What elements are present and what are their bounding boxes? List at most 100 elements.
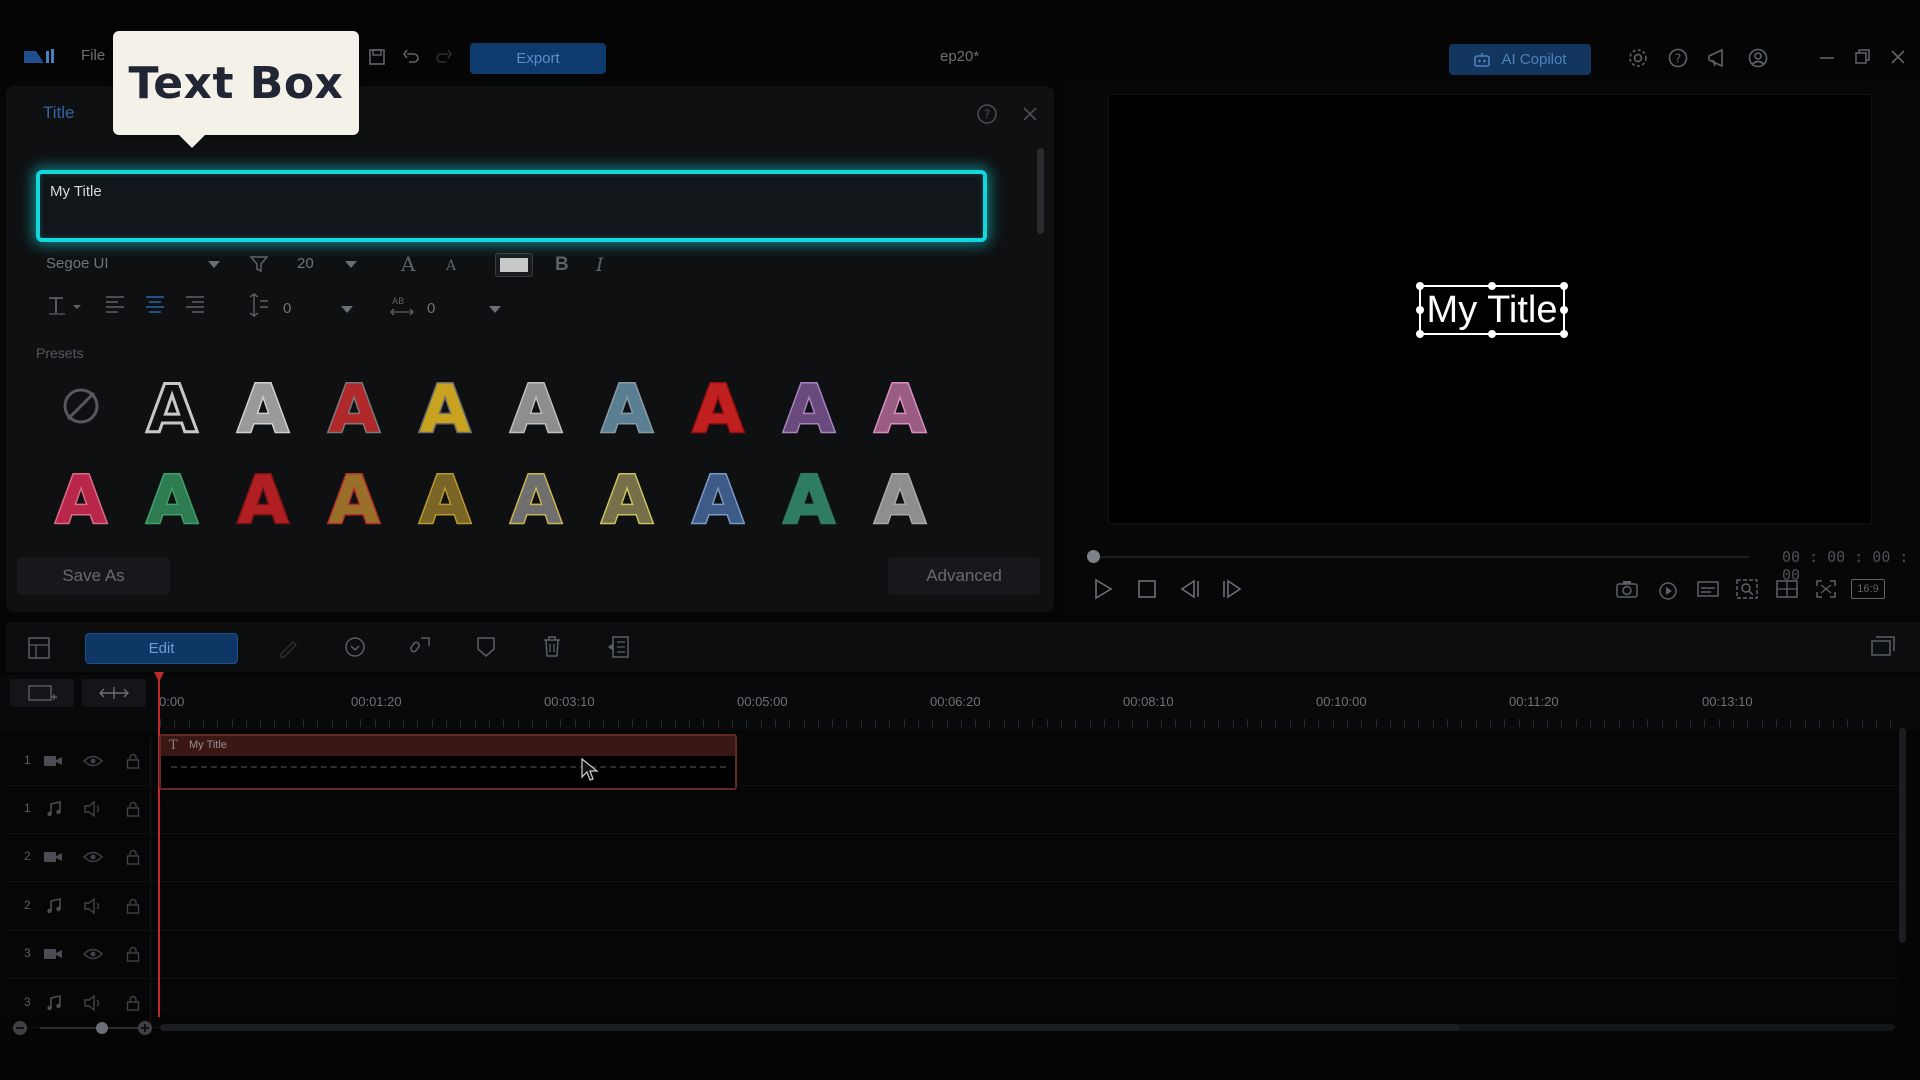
preset-style-8[interactable]: A	[683, 366, 753, 447]
menu-file[interactable]: File	[81, 47, 105, 64]
panel-close-icon[interactable]	[1019, 103, 1041, 125]
timeline-settings-icon[interactable]	[1870, 635, 1896, 659]
panel-scrollbar[interactable]	[1037, 148, 1044, 234]
resize-handle[interactable]	[1416, 330, 1424, 338]
tab-title[interactable]: Title	[43, 103, 75, 123]
align-left-icon[interactable]	[105, 295, 125, 313]
text-type-icon[interactable]	[47, 294, 83, 316]
resize-handle[interactable]	[1560, 306, 1568, 314]
pen-tool-icon[interactable]	[277, 636, 301, 658]
close-window-icon[interactable]	[1888, 47, 1910, 69]
seek-handle[interactable]	[1087, 550, 1100, 563]
save-icon[interactable]	[367, 47, 389, 69]
chapter-marker-icon[interactable]	[607, 635, 631, 659]
previous-frame-icon[interactable]	[1178, 579, 1202, 599]
zoom-out-icon[interactable]	[12, 1020, 28, 1036]
tracks-vertical-scrollbar[interactable]	[1899, 728, 1906, 943]
preset-style-19[interactable]: A	[774, 457, 844, 538]
align-center-icon[interactable]	[145, 295, 165, 313]
delete-trash-icon[interactable]	[541, 635, 563, 659]
grid-lines-icon[interactable]	[1775, 579, 1799, 599]
seek-bar[interactable]	[1087, 550, 1749, 563]
audio-track-row[interactable]: 3	[8, 979, 1898, 1028]
zoom-in-icon[interactable]	[137, 1020, 153, 1036]
track-lock-icon[interactable]	[125, 946, 141, 962]
audio-track-row[interactable]: 2	[8, 882, 1898, 931]
title-clip[interactable]: T My Title	[159, 734, 737, 790]
track-lock-icon[interactable]	[125, 753, 141, 769]
visibility-eye-icon[interactable]	[83, 850, 103, 864]
resize-handle[interactable]	[1560, 330, 1568, 338]
playhead[interactable]	[158, 672, 160, 1017]
edit-button[interactable]: Edit	[85, 633, 238, 664]
play-icon[interactable]	[1093, 578, 1113, 600]
resize-handle[interactable]	[1488, 330, 1496, 338]
font-filter-icon[interactable]	[249, 254, 269, 274]
preset-style-6[interactable]: A	[501, 366, 571, 447]
playhead-marker[interactable]	[154, 672, 164, 682]
stop-icon[interactable]	[1137, 579, 1157, 599]
visibility-eye-icon[interactable]	[83, 947, 103, 961]
announcement-icon[interactable]	[1706, 47, 1728, 69]
volume-speaker-icon[interactable]	[83, 995, 103, 1011]
audio-track-row[interactable]: 1	[8, 785, 1898, 834]
preset-style-13[interactable]: A	[228, 457, 298, 538]
preset-style-7[interactable]: A	[592, 366, 662, 447]
track-lock-icon[interactable]	[125, 995, 141, 1011]
zoom-slider-handle[interactable]	[96, 1022, 108, 1034]
horizontal-scroll-thumb[interactable]	[160, 1024, 1460, 1031]
preview-title-object[interactable]: My Title	[1416, 282, 1568, 338]
preset-style-11[interactable]: A	[46, 457, 116, 538]
preset-style-9[interactable]: A	[774, 366, 844, 447]
resize-handle[interactable]	[1488, 282, 1496, 290]
track-lock-icon[interactable]	[125, 849, 141, 865]
zoom-slider[interactable]	[40, 1022, 140, 1034]
advanced-button[interactable]: Advanced	[888, 557, 1040, 595]
preset-style-12[interactable]: A	[137, 457, 207, 538]
line-spacing-dropdown[interactable]: 0	[283, 300, 353, 322]
track-lock-icon[interactable]	[125, 801, 141, 817]
speed-tool-icon[interactable]	[343, 635, 367, 659]
minimize-icon[interactable]	[1817, 47, 1839, 69]
export-button[interactable]: Export	[470, 43, 606, 74]
increase-font-icon[interactable]: A	[401, 252, 415, 276]
decrease-font-icon[interactable]: A	[446, 258, 456, 274]
preset-style-15[interactable]: A	[410, 457, 480, 538]
preset-style-5[interactable]: A	[410, 366, 480, 447]
undo-icon[interactable]	[401, 47, 423, 69]
settings-gear-icon[interactable]	[1627, 47, 1649, 69]
align-right-icon[interactable]	[185, 295, 205, 313]
volume-speaker-icon[interactable]	[83, 801, 103, 817]
font-family-dropdown[interactable]: Segoe UI	[46, 255, 220, 277]
voice-record-icon[interactable]	[407, 634, 433, 658]
track-lock-icon[interactable]	[125, 898, 141, 914]
aspect-ratio-button[interactable]: 16:9	[1851, 579, 1885, 599]
video-track-row[interactable]: 2	[8, 833, 1898, 882]
app-logo-icon[interactable]	[22, 47, 58, 67]
preset-none-icon[interactable]	[46, 366, 116, 446]
italic-icon[interactable]: I	[596, 254, 604, 276]
next-frame-icon[interactable]	[1220, 579, 1244, 599]
preset-style-16[interactable]: A	[501, 457, 571, 538]
bold-icon[interactable]: B	[555, 254, 569, 276]
panel-help-icon[interactable]: ?	[976, 103, 998, 125]
title-text-input[interactable]: My Title	[36, 170, 987, 242]
preset-style-3[interactable]: A	[228, 366, 298, 447]
media-library-icon[interactable]	[27, 636, 51, 660]
preset-style-10[interactable]: A	[865, 366, 935, 447]
fullscreen-icon[interactable]	[1815, 579, 1837, 599]
restore-icon[interactable]	[1852, 47, 1874, 69]
ai-copilot-button[interactable]: AI Copilot	[1449, 44, 1591, 75]
preset-style-4[interactable]: A	[319, 366, 389, 447]
character-spacing-dropdown[interactable]: 0	[427, 300, 501, 322]
timeline-horizontal-scrollbar[interactable]	[160, 1024, 1895, 1031]
preset-style-17[interactable]: A	[592, 457, 662, 538]
snapshot-camera-icon[interactable]	[1615, 579, 1639, 599]
resize-handle[interactable]	[1416, 282, 1424, 290]
preset-style-2[interactable]: A	[137, 366, 207, 447]
save-as-button[interactable]: Save As	[17, 557, 170, 595]
preset-style-18[interactable]: A	[683, 457, 753, 538]
resize-handle[interactable]	[1560, 282, 1568, 290]
volume-speaker-icon[interactable]	[83, 898, 103, 914]
preset-style-14[interactable]: A	[319, 457, 389, 538]
